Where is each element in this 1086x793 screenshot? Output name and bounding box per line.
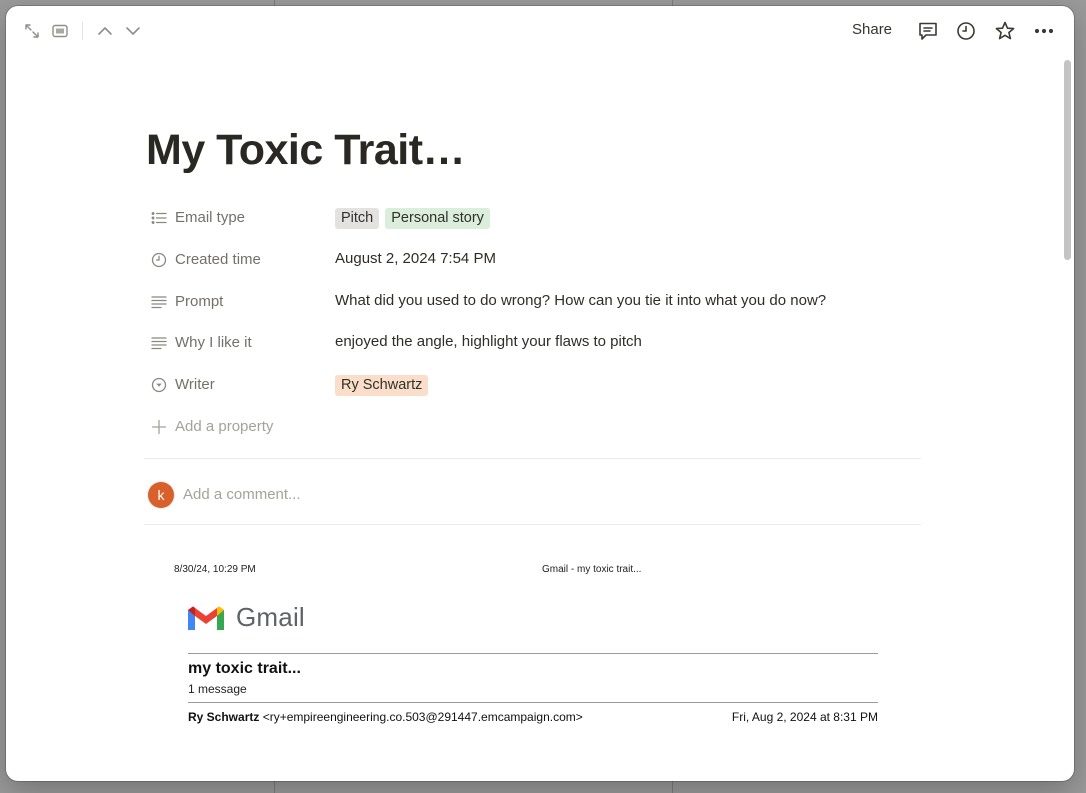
share-button[interactable]: Share <box>852 21 892 38</box>
property-writer[interactable]: Writer Ry Schwartz <box>146 369 926 401</box>
gmail-logo-icon <box>188 606 224 630</box>
divider <box>144 458 921 459</box>
tag-writer: Ry Schwartz <box>335 375 429 396</box>
property-value[interactable]: Ry Schwartz <box>335 375 434 396</box>
property-label: Writer <box>175 376 215 393</box>
scrollbar-thumb[interactable] <box>1064 60 1071 260</box>
more-icon[interactable] <box>1033 20 1055 42</box>
list-icon <box>150 209 168 227</box>
side-peek-icon[interactable] <box>49 20 71 42</box>
add-property-label: Add a property <box>175 418 274 435</box>
avatar: k <box>148 482 174 508</box>
property-prompt[interactable]: Prompt What did you used to do wrong? Ho… <box>146 286 926 318</box>
embedded-email-pdf[interactable]: 8/30/24, 10:29 PM Gmail - my toxic trait… <box>146 546 926 781</box>
property-label: Created time <box>175 251 261 268</box>
clock-icon <box>150 251 168 269</box>
pdf-print-date: 8/30/24, 10:29 PM <box>174 564 256 575</box>
clock-icon[interactable] <box>955 20 977 42</box>
property-value[interactable]: Pitch Personal story <box>335 208 496 229</box>
gmail-wordmark: Gmail <box>236 602 305 632</box>
comment-icon[interactable] <box>917 20 939 42</box>
email-sent-date: Fri, Aug 2, 2024 at 8:31 PM <box>731 710 878 724</box>
property-value[interactable]: enjoyed the angle, highlight your flaws … <box>335 333 642 350</box>
add-property-button[interactable]: Add a property <box>146 411 926 443</box>
comment-input[interactable]: Add a comment... <box>183 486 301 503</box>
text-lines-icon <box>150 334 168 352</box>
divider <box>144 524 921 525</box>
property-value: August 2, 2024 7:54 PM <box>335 250 496 267</box>
pdf-print-header: Gmail - my toxic trait... <box>542 564 642 575</box>
tag-pitch: Pitch <box>335 208 380 229</box>
toolbar-separator <box>82 22 83 40</box>
email-sender: Ry Schwartz <ry+empireengineering.co.503… <box>188 710 583 724</box>
property-label: Email type <box>175 209 246 226</box>
sender-name: Ry Schwartz <box>188 710 260 724</box>
select-icon <box>150 376 168 394</box>
tag-personal-story: Personal story <box>385 208 490 229</box>
chevron-up-icon[interactable] <box>94 20 116 42</box>
sender-address: <ry+empireengineering.co.503@291447.emca… <box>262 710 583 724</box>
page-peek-panel: Share My Toxic Trait… Email type Pitch P… <box>6 6 1074 781</box>
expand-icon[interactable] <box>21 20 43 42</box>
email-subject: my toxic trait... <box>188 660 301 677</box>
pdf-rule <box>188 702 878 703</box>
page-topbar: Share <box>6 6 1074 56</box>
plus-icon <box>150 418 168 436</box>
star-icon[interactable] <box>994 20 1016 42</box>
text-lines-icon <box>150 293 168 311</box>
message-count: 1 message <box>188 682 247 696</box>
page-title[interactable]: My Toxic Trait… <box>146 126 466 175</box>
property-value[interactable]: What did you used to do wrong? How can y… <box>335 292 826 309</box>
scrollbar[interactable] <box>1062 54 1072 775</box>
property-email-type[interactable]: Email type Pitch Personal story <box>146 202 926 234</box>
property-label: Prompt <box>175 293 224 310</box>
pdf-rule <box>188 653 878 654</box>
property-why-i-like-it[interactable]: Why I like it enjoyed the angle, highlig… <box>146 327 926 359</box>
chevron-down-icon[interactable] <box>122 20 144 42</box>
property-label: Why I like it <box>175 334 252 351</box>
property-created-time[interactable]: Created time August 2, 2024 7:54 PM <box>146 244 926 276</box>
